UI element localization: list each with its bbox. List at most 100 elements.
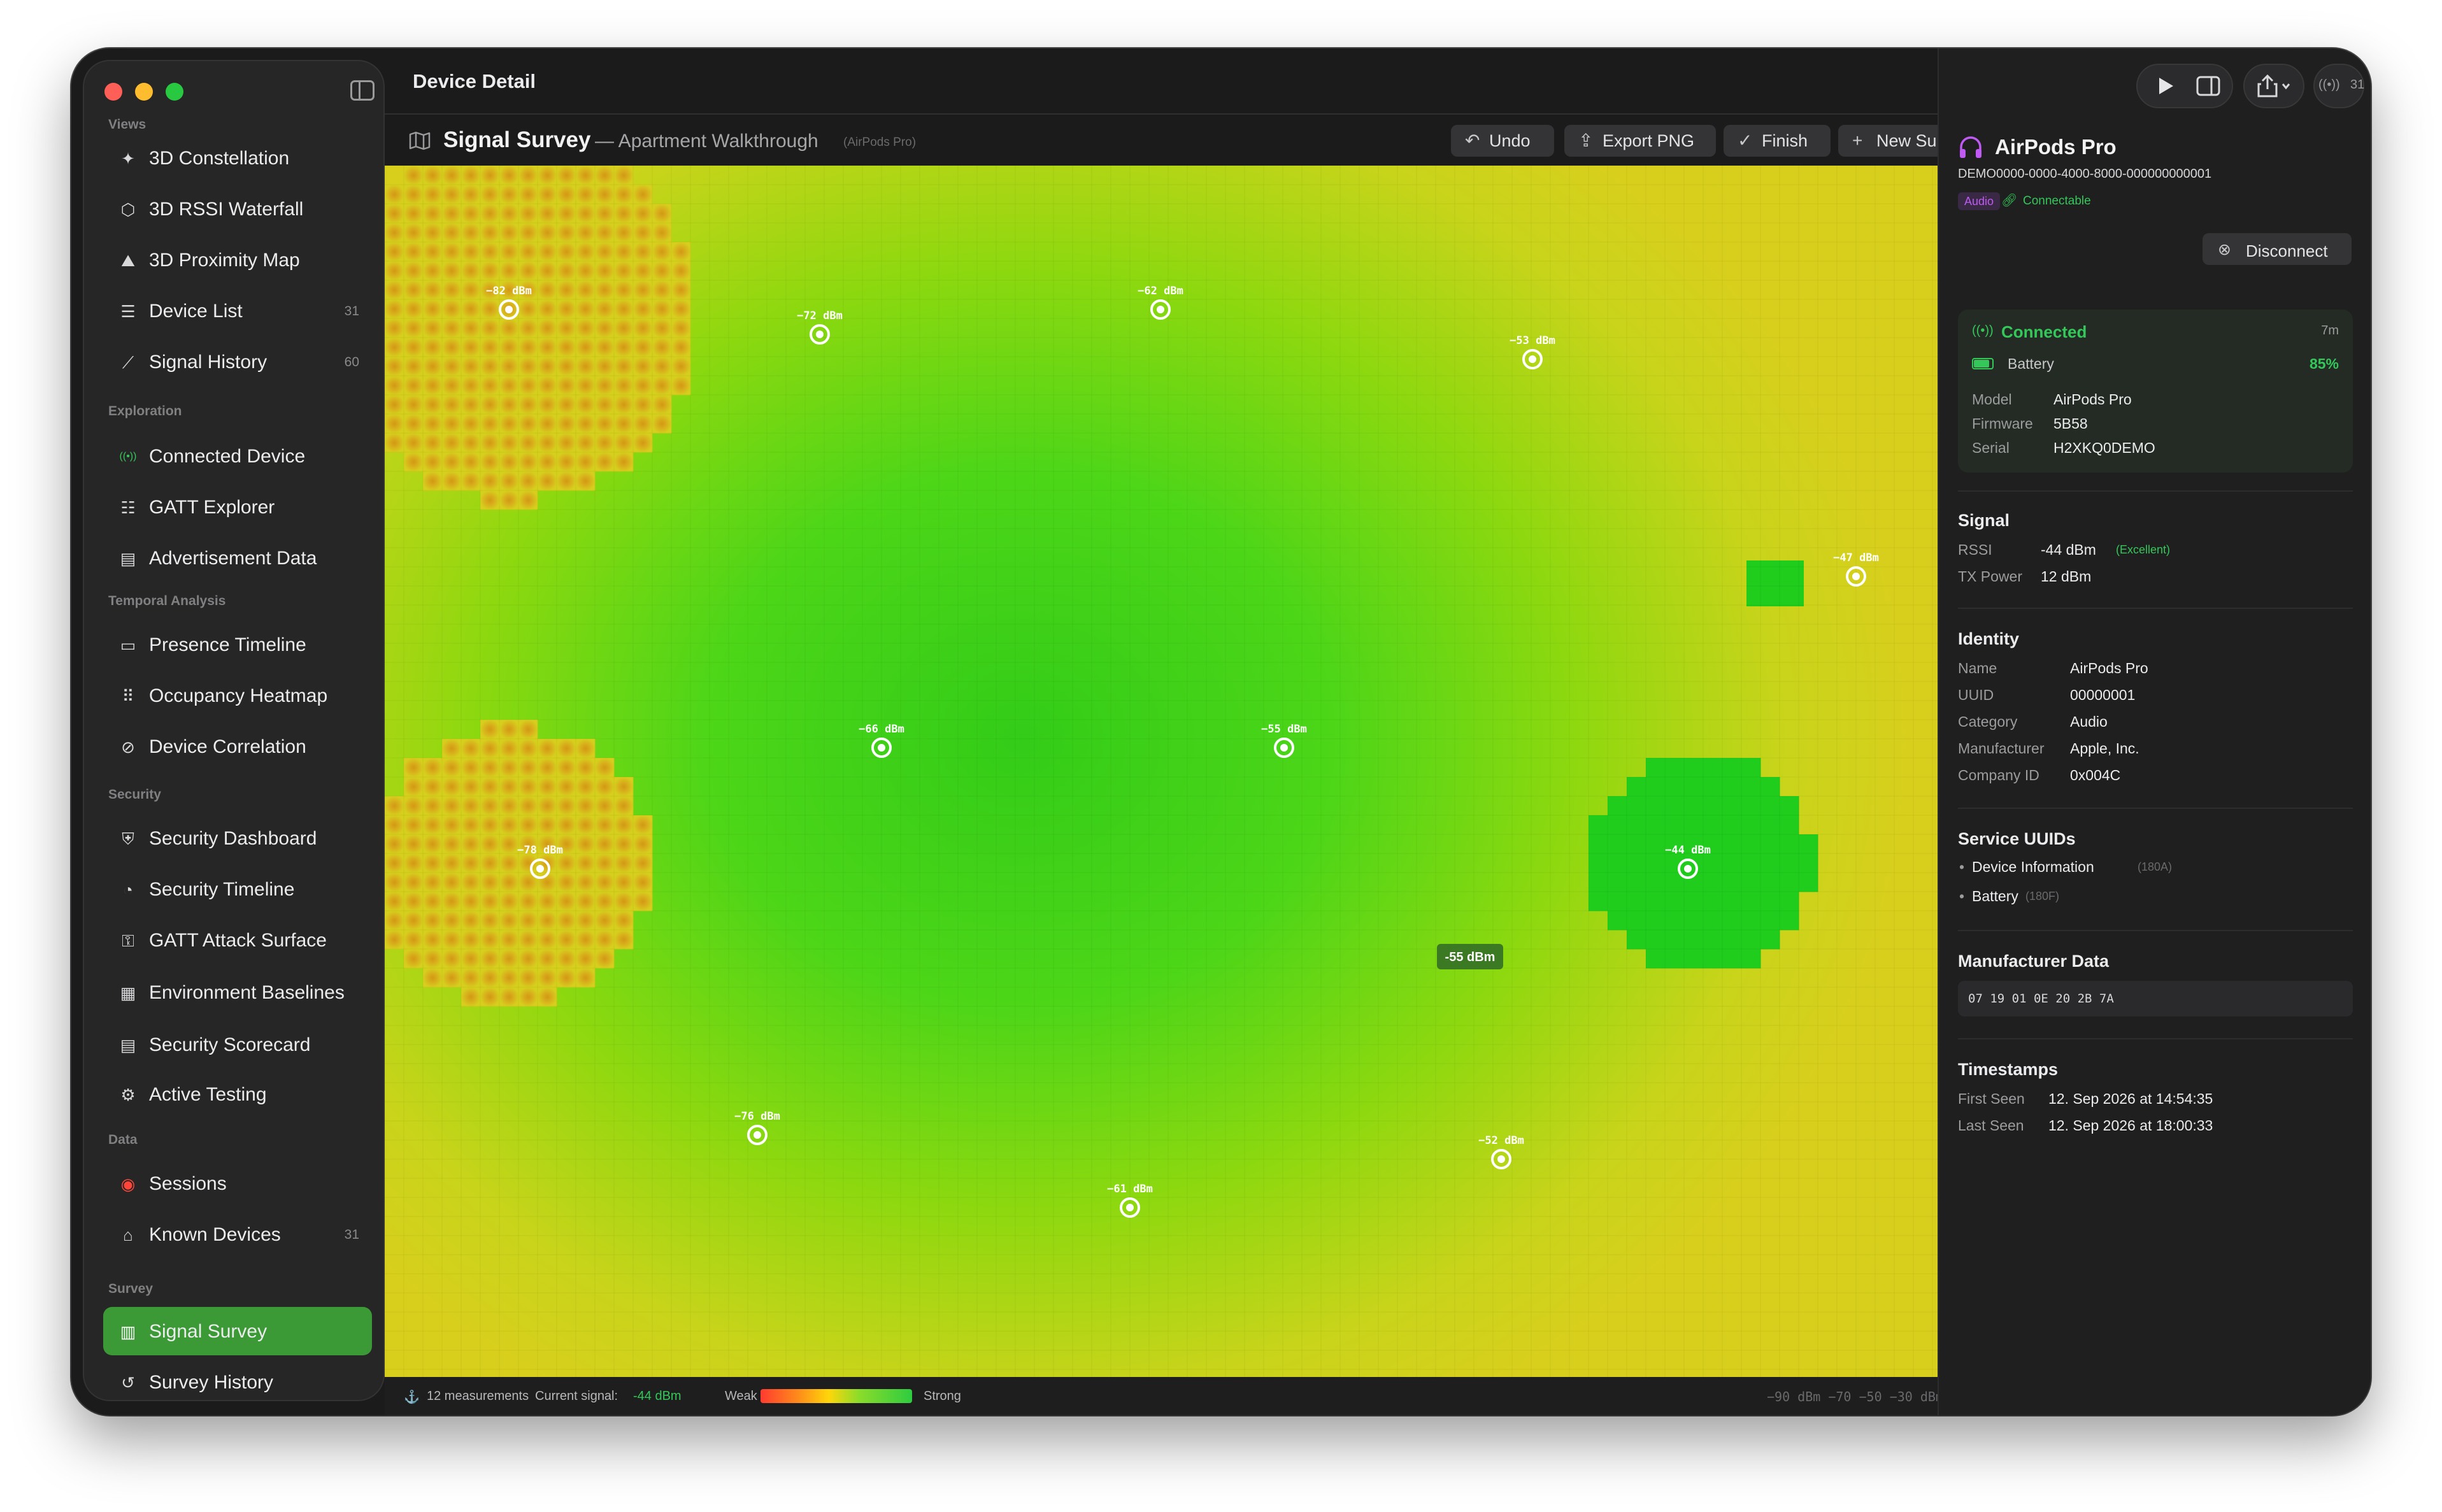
measurement-label: −53 dBm bbox=[1510, 334, 1555, 347]
cube-icon: ⬡ bbox=[120, 200, 136, 219]
measurement-point[interactable]: −53 dBm bbox=[1510, 334, 1555, 369]
sidebar-item-security-timeline[interactable]: ◔ Security Timeline bbox=[103, 865, 372, 913]
measurement-point[interactable]: −52 dBm bbox=[1478, 1134, 1524, 1169]
sidebar-item-label: Device List bbox=[149, 301, 243, 322]
undo-button[interactable]: ↶ Undo bbox=[1451, 125, 1554, 157]
sidebar-item-signal-survey[interactable]: ▥ Signal Survey bbox=[103, 1307, 372, 1355]
sidebar-item-environment-baselines[interactable]: ▦ Environment Baselines bbox=[103, 968, 372, 1016]
divider bbox=[1958, 490, 2353, 492]
measurement-marker-dot bbox=[1529, 355, 1536, 363]
sidebar-item-advertisement-data[interactable]: ▤ Advertisement Data bbox=[103, 534, 372, 582]
sidebar-item-label: Device Correlation bbox=[149, 736, 306, 757]
close-window-button[interactable] bbox=[104, 83, 122, 101]
sidebar-item-survey-history[interactable]: ↺ Survey History bbox=[103, 1358, 372, 1406]
service-code: (180A) bbox=[2138, 860, 2173, 873]
measurement-point[interactable]: −62 dBm bbox=[1138, 285, 1183, 320]
sidebar-item-signal-history[interactable]: ⟋ Signal History 60 bbox=[103, 338, 372, 386]
manufacturer-data-hex: 07 19 01 0E 20 2B 7A bbox=[1958, 981, 2353, 1016]
sidebar-item-3d-constellation[interactable]: ✦ 3D Constellation bbox=[103, 134, 372, 182]
disconnect-button[interactable]: ⊗ Disconnect bbox=[2203, 233, 2352, 265]
current-signal-value: -44 dBm bbox=[633, 1389, 682, 1403]
measurement-point[interactable]: −72 dBm bbox=[797, 310, 843, 345]
device-uuid: DEMO0000-0000-4000-8000-000000000001 bbox=[1958, 167, 2212, 181]
service-code: (180F) bbox=[2025, 890, 2060, 902]
sidebar-item-gatt-explorer[interactable]: ☷ GATT Explorer bbox=[103, 483, 372, 531]
measurement-point[interactable]: −55 dBm bbox=[1261, 723, 1307, 758]
sidebar: Views ✦ 3D Constellation ⬡ 3D RSSI Waterfall… bbox=[83, 60, 385, 1401]
sidebar-item-security-dashboard[interactable]: ⛨ Security Dashboard bbox=[103, 814, 372, 862]
sidebar-item-3d-rssi-waterfall[interactable]: ⬡ 3D RSSI Waterfall bbox=[103, 185, 372, 233]
sidebar-item-label: 3D Proximity Map bbox=[149, 250, 300, 271]
zoom-window-button[interactable] bbox=[166, 83, 183, 101]
measurement-marker-dot bbox=[816, 331, 824, 338]
sidebar-item-gatt-attack-surface[interactable]: ⚿ GATT Attack Surface bbox=[103, 916, 372, 964]
inspector-toggle-icon[interactable] bbox=[2196, 75, 2220, 97]
measurement-point[interactable]: −76 dBm bbox=[734, 1110, 780, 1145]
xmark-circle-icon: ⊗ bbox=[2218, 241, 2231, 259]
lock-open-icon: ⚿ bbox=[122, 931, 134, 950]
measurement-label: −47 dBm bbox=[1833, 552, 1879, 564]
tray-icon: ⌂ bbox=[123, 1225, 133, 1245]
sidebar-item-device-list[interactable]: ☰ Device List 31 bbox=[103, 287, 372, 335]
measurement-count: 12 measurements bbox=[427, 1389, 529, 1403]
rssi-label: RSSI bbox=[1958, 541, 1992, 558]
sidebar-item-occupancy-heatmap[interactable]: ⠿ Occupancy Heatmap bbox=[103, 671, 372, 720]
sidebar-item-label: Security Dashboard bbox=[149, 828, 317, 849]
sidebar-section-header: Security bbox=[108, 787, 161, 802]
sidebar-item-device-correlation[interactable]: ⊘ Device Correlation bbox=[103, 722, 372, 771]
share-icon: ⇪ bbox=[1578, 131, 1594, 150]
measurement-marker-dot bbox=[1157, 306, 1164, 313]
finish-button[interactable]: ✓ Finish bbox=[1724, 125, 1831, 157]
app-window: Views ✦ 3D Constellation ⬡ 3D RSSI Waterfall… bbox=[71, 48, 2371, 1415]
battery-icon bbox=[1972, 358, 1994, 369]
sidebar-item-label: GATT Attack Surface bbox=[149, 930, 327, 951]
sidebar-item-security-scorecard[interactable]: ▤ Security Scorecard bbox=[103, 1020, 372, 1069]
measurement-marker-dot bbox=[1126, 1204, 1134, 1211]
info-value: AirPods Pro bbox=[2053, 391, 2132, 408]
survey-subtitle: — Apartment Walkthrough bbox=[595, 131, 818, 152]
measurement-label: −55 dBm bbox=[1261, 723, 1307, 736]
measurement-marker-dot bbox=[753, 1131, 761, 1139]
sidebar-item-presence-timeline[interactable]: ▭ Presence Timeline bbox=[103, 620, 372, 669]
device-count-badge[interactable]: ((•)) 31 bbox=[2313, 64, 2364, 108]
sidebar-toggle-icon[interactable] bbox=[350, 80, 375, 101]
list-icon: ☰ bbox=[120, 302, 136, 321]
antenna-icon: ((•)) bbox=[1972, 324, 1994, 338]
map-icon: ▥ bbox=[120, 1322, 136, 1341]
info-label: Serial bbox=[1972, 439, 2010, 456]
tx-power-value: 12 dBm bbox=[2041, 568, 2092, 585]
divider bbox=[1958, 930, 2353, 931]
sidebar-item-known-devices[interactable]: ⌂ Known Devices 31 bbox=[103, 1210, 372, 1259]
service-name: Device Information bbox=[1972, 859, 2094, 875]
last-seen-label: Last Seen bbox=[1958, 1117, 2024, 1134]
first-seen-label: First Seen bbox=[1958, 1090, 2025, 1107]
sidebar-item-active-testing[interactable]: ⚙ Active Testing bbox=[103, 1070, 372, 1118]
export-png-button[interactable]: ⇪ Export PNG bbox=[1564, 125, 1716, 157]
minimize-window-button[interactable] bbox=[135, 83, 153, 101]
divider bbox=[1958, 608, 2353, 609]
sidebar-item-label: Signal Survey bbox=[149, 1321, 268, 1342]
connection-status: Connected bbox=[2001, 322, 2087, 341]
export-label: Export PNG bbox=[1603, 131, 1695, 150]
measurement-marker-dot bbox=[878, 744, 885, 752]
grid-dots-icon: ⠿ bbox=[122, 687, 134, 706]
inspector-panel: ((•)) 31 AirPods Pro DEMO0000-0000-4000-… bbox=[1938, 48, 2371, 1415]
identity-label: UUID bbox=[1958, 687, 1994, 703]
sidebar-item-label: Occupancy Heatmap bbox=[149, 685, 328, 706]
sidebar-section-header: Views bbox=[108, 117, 146, 132]
share-menu-button[interactable] bbox=[2243, 64, 2304, 108]
play-icon[interactable] bbox=[2154, 75, 2176, 97]
measurement-label: −62 dBm bbox=[1138, 285, 1183, 297]
sidebar-item-label: 3D RSSI Waterfall bbox=[149, 199, 304, 220]
battery-label: Battery bbox=[2008, 355, 2054, 372]
measurement-label: −78 dBm bbox=[517, 844, 563, 857]
measurement-marker-dot bbox=[536, 865, 544, 873]
legend-strong-label: Strong bbox=[924, 1389, 961, 1403]
first-seen-value: 12. Sep 2026 at 14:54:35 bbox=[2048, 1090, 2213, 1107]
sidebar-item-connected-device[interactable]: ((•)) Connected Device bbox=[103, 432, 372, 480]
sidebar-item-sessions[interactable]: ◉ Sessions bbox=[103, 1159, 372, 1208]
identity-value: 00000001 bbox=[2070, 687, 2136, 703]
heatmap-canvas[interactable]: −82 dBm −72 dBm −62 dBm −53 dBm −47 dBm −66 d… bbox=[385, 166, 1938, 1377]
signal-heatmap[interactable]: −82 dBm −72 dBm −62 dBm −53 dBm −47 dBm −66 d… bbox=[385, 166, 1938, 1377]
sidebar-item-3d-proximity-map[interactable]: ⛰ 3D Proximity Map bbox=[103, 236, 372, 284]
